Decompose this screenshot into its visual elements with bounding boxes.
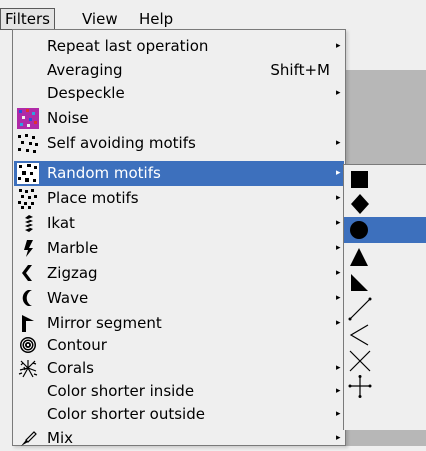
- wave-icon: [22, 290, 32, 306]
- menu-item-despeckle[interactable]: Despeckle ▸: [14, 81, 344, 106]
- menu-bar: Filters View Help: [0, 0, 426, 30]
- ikat-icon: [25, 215, 33, 232]
- submenu-item-diamond[interactable]: [344, 191, 426, 217]
- menu-item-wave[interactable]: Wave ▸: [14, 286, 344, 311]
- menu-item-label: Random motifs: [47, 164, 161, 182]
- submenu-arrow-icon: ▸: [336, 138, 341, 148]
- menu-item-label: Despeckle: [47, 84, 125, 102]
- submenu-arrow-icon: ▸: [336, 218, 341, 228]
- menu-item-random-motifs[interactable]: Random motifs ▸: [14, 161, 344, 186]
- filters-menu: Repeat last operation ▸ Averaging Shift+…: [12, 29, 346, 447]
- contour-icon: [20, 337, 36, 353]
- plus-cross-motif-icon: [348, 375, 372, 398]
- noise-icon: [17, 108, 39, 129]
- menu-item-place-motifs[interactable]: Place motifs ▸: [14, 186, 344, 211]
- submenu-item-square[interactable]: [344, 166, 426, 192]
- submenu-arrow-icon: ▸: [336, 193, 341, 203]
- zigzag-icon: [22, 265, 32, 281]
- square-motif-icon: [351, 171, 368, 188]
- circle-motif-icon: [350, 221, 368, 239]
- menu-item-label: Color shorter inside: [47, 382, 195, 400]
- menu-item-zigzag[interactable]: Zigzag ▸: [14, 261, 344, 286]
- submenu-item-triangle[interactable]: [344, 244, 426, 270]
- right-triangle-motif-icon: [351, 274, 368, 291]
- menu-item-label: Repeat last operation: [47, 37, 209, 55]
- submenu-arrow-icon: ▸: [336, 268, 341, 278]
- place-motifs-icon: [18, 189, 37, 209]
- menu-item-label: Color shorter outside: [47, 405, 205, 423]
- submenu-arrow-icon: ▸: [336, 409, 341, 419]
- submenu-item-chevron[interactable]: [344, 321, 426, 347]
- menu-item-contour[interactable]: Contour: [14, 333, 344, 358]
- menu-item-label: Zigzag: [47, 264, 98, 282]
- chevron-motif-icon: [349, 324, 369, 346]
- submenu-item-plus-cross[interactable]: [344, 373, 426, 399]
- menu-item-label: Wave: [47, 289, 89, 307]
- menu-item-mix[interactable]: Mix ▸: [14, 426, 344, 451]
- menu-item-label: Mix: [47, 429, 73, 447]
- submenu-arrow-icon: ▸: [336, 363, 341, 373]
- menu-item-ikat[interactable]: Ikat ▸: [14, 211, 344, 236]
- submenu-item-circle[interactable]: [344, 217, 426, 243]
- menu-item-label: Self avoiding motifs: [47, 134, 196, 152]
- diamond-motif-icon: [351, 194, 369, 214]
- mirror-segment-icon: [22, 315, 34, 332]
- submenu-arrow-icon: ▸: [336, 41, 341, 51]
- x-cross-motif-icon: [349, 350, 371, 372]
- submenu-item-diagonal-line[interactable]: [344, 295, 426, 321]
- menu-filters[interactable]: Filters: [0, 8, 55, 30]
- menu-item-noise[interactable]: Noise: [14, 106, 344, 131]
- corals-icon: [18, 360, 38, 378]
- menu-item-self-avoiding-motifs[interactable]: Self avoiding motifs ▸: [14, 131, 344, 156]
- menu-item-marble[interactable]: Marble ▸: [14, 236, 344, 261]
- submenu-arrow-icon: ▸: [336, 293, 341, 303]
- menu-item-label: Place motifs: [47, 189, 139, 207]
- menu-item-label: Contour: [47, 336, 107, 354]
- marble-icon: [24, 240, 33, 257]
- diagonal-line-motif-icon: [348, 297, 372, 321]
- submenu-arrow-icon: ▸: [336, 168, 341, 178]
- random-motifs-icon: [17, 163, 39, 184]
- menu-item-label: Averaging: [47, 61, 123, 79]
- submenu-arrow-icon: ▸: [336, 88, 341, 98]
- menu-help[interactable]: Help: [135, 8, 177, 30]
- menu-item-label: Marble: [47, 239, 99, 257]
- submenu-item-x-cross[interactable]: [344, 347, 426, 373]
- shortcut-label: Shift+M: [270, 61, 330, 79]
- random-motifs-submenu: [343, 164, 426, 430]
- submenu-arrow-icon: ▸: [336, 243, 341, 253]
- menu-item-corals[interactable]: Corals ▸: [14, 356, 344, 381]
- menu-item-color-shorter-inside[interactable]: Color shorter inside ▸: [14, 379, 344, 404]
- menu-item-color-shorter-outside[interactable]: Color shorter outside ▸: [14, 402, 344, 427]
- triangle-motif-icon: [350, 248, 368, 266]
- submenu-item-right-triangle[interactable]: [344, 269, 426, 295]
- menu-item-averaging[interactable]: Averaging Shift+M: [14, 58, 344, 83]
- menu-item-label: Noise: [47, 109, 89, 127]
- submenu-arrow-icon: ▸: [336, 433, 341, 443]
- motif-dots-icon: [18, 134, 38, 153]
- menu-item-label: Ikat: [47, 214, 75, 232]
- menu-item-label: Corals: [47, 359, 94, 377]
- menu-item-repeat-last-operation[interactable]: Repeat last operation ▸: [14, 34, 344, 59]
- submenu-arrow-icon: ▸: [336, 386, 341, 396]
- menu-view[interactable]: View: [78, 8, 122, 30]
